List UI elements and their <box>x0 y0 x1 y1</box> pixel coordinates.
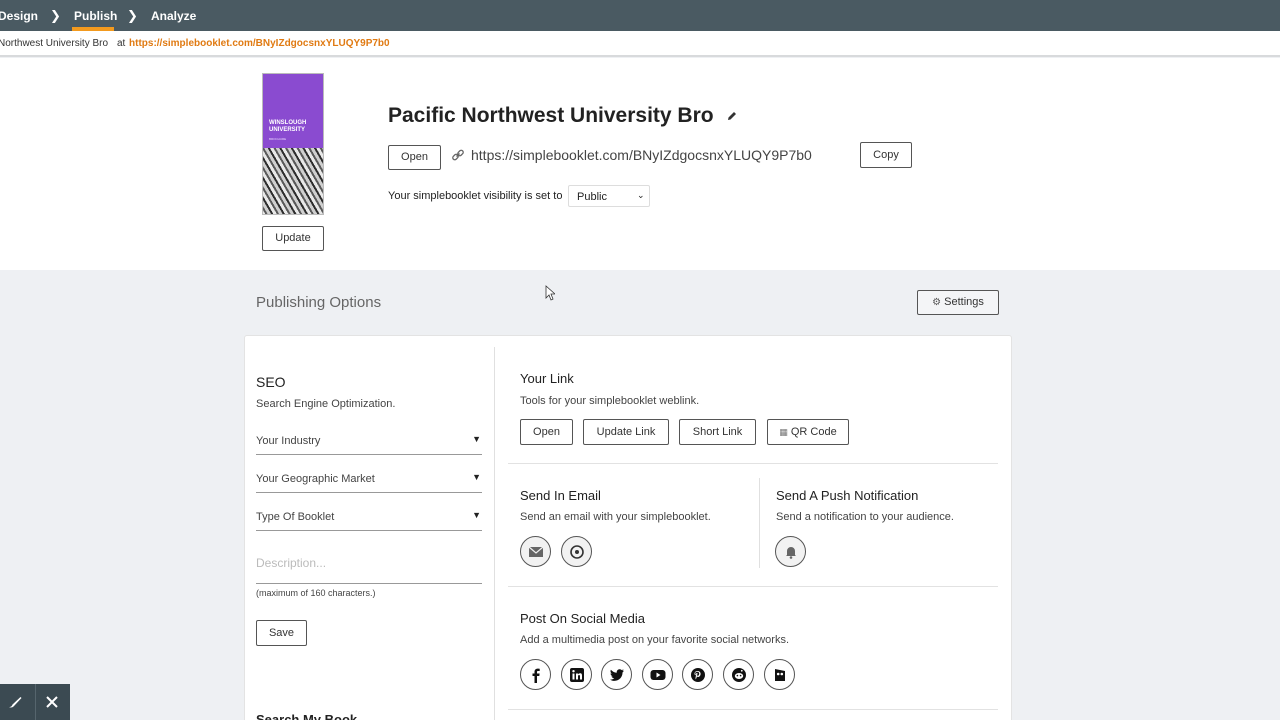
separator <box>35 684 36 720</box>
top-navigation: Design ❯ Publish ❯ Analyze <box>0 0 1280 31</box>
pinterest-icon[interactable] <box>682 659 713 690</box>
booklet-url[interactable]: https://simplebooklet.com/BNyIZdgocsnxYL… <box>471 147 812 163</box>
description-placeholder: Description... <box>256 556 327 570</box>
your-link-subheading: Tools for your simplebooklet weblink. <box>520 395 700 407</box>
cover-title: WINSLOUGH UNIVERSITY <box>269 120 307 133</box>
caret-down-icon: ▼ <box>472 434 481 444</box>
max-characters-hint: (maximum of 160 characters.) <box>256 588 376 598</box>
chevron-right-icon: ❯ <box>50 8 61 23</box>
booklet-type-label: Type Of Booklet <box>256 511 335 523</box>
chevron-down-icon: ⌄ <box>637 190 645 200</box>
facebook-icon[interactable] <box>520 659 551 690</box>
divider <box>508 586 998 587</box>
short-link-button[interactable]: Short Link <box>679 419 756 445</box>
bell-icon[interactable] <box>775 536 806 567</box>
industry-label: Your Industry <box>256 435 321 447</box>
push-notification-subheading: Send a notification to your audience. <box>776 511 954 523</box>
at-label: at <box>117 38 126 49</box>
save-button[interactable]: Save <box>256 620 307 646</box>
booklet-title: Pacific Northwest University Bro <box>388 104 714 127</box>
caret-down-icon: ▼ <box>472 510 481 520</box>
booklet-type-dropdown[interactable]: Type Of Booklet ▼ <box>256 507 482 531</box>
qr-code-label: QR Code <box>790 426 837 438</box>
divider <box>508 463 998 464</box>
social-media-subheading: Add a multimedia post on your favorite s… <box>520 634 790 646</box>
link-open-button[interactable]: Open <box>520 419 573 445</box>
market-label: Your Geographic Market <box>256 473 375 485</box>
qr-code-button[interactable]: ▦ QR Code <box>767 419 849 445</box>
nav-analyze[interactable]: Analyze <box>151 9 196 23</box>
booklet-link-bar: Northwest University Bro at https://simp… <box>0 31 1280 57</box>
qr-code-icon: ▦ <box>779 427 788 437</box>
cover-subtitle: BROCHURE <box>269 137 287 141</box>
industry-dropdown[interactable]: Your Industry ▼ <box>256 431 482 455</box>
publishing-options-title: Publishing Options <box>256 294 382 311</box>
mouse-cursor-icon <box>545 285 555 301</box>
seo-heading: SEO <box>256 374 286 390</box>
hootsuite-icon[interactable] <box>764 659 795 690</box>
gear-icon: ⚙ <box>932 297 942 308</box>
open-button[interactable]: Open <box>388 145 441 170</box>
booklet-url-link[interactable]: https://simplebooklet.com/BNyIZdgocsnxYL… <box>129 38 390 49</box>
link-icon <box>452 149 464 161</box>
brush-icon[interactable] <box>7 694 23 710</box>
bottom-toolbar-widget <box>0 684 70 720</box>
mailchimp-icon[interactable] <box>561 536 592 567</box>
cover-photo <box>263 148 323 214</box>
column-divider <box>759 478 760 568</box>
visibility-select[interactable]: Public ⌄ <box>568 185 650 207</box>
push-notification-heading: Send A Push Notification <box>776 488 919 503</box>
pencil-icon[interactable] <box>726 110 738 122</box>
linkedin-icon[interactable] <box>561 659 592 690</box>
chevron-right-icon: ❯ <box>127 8 138 23</box>
copy-button[interactable]: Copy <box>860 142 912 168</box>
close-icon[interactable] <box>44 694 60 710</box>
reddit-icon[interactable] <box>723 659 754 690</box>
send-email-heading: Send In Email <box>520 488 601 503</box>
settings-label: Settings <box>944 296 984 308</box>
geographic-market-dropdown[interactable]: Your Geographic Market ▼ <box>256 469 482 493</box>
caret-down-icon: ▼ <box>472 472 481 482</box>
social-media-heading: Post On Social Media <box>520 611 646 626</box>
booklet-cover-thumbnail[interactable]: WINSLOUGH UNIVERSITY BROCHURE <box>262 73 324 215</box>
update-button[interactable]: Update <box>262 226 324 251</box>
update-link-button[interactable]: Update Link <box>583 419 669 445</box>
seo-subheading: Search Engine Optimization. <box>256 398 396 410</box>
settings-button[interactable]: ⚙ Settings <box>917 290 999 315</box>
youtube-icon[interactable] <box>642 659 673 690</box>
twitter-icon[interactable] <box>601 659 632 690</box>
send-email-subheading: Send an email with your simplebooklet. <box>520 511 711 523</box>
divider <box>508 709 998 710</box>
your-link-heading: Your Link <box>520 371 574 386</box>
visibility-label: Your simplebooklet visibility is set to <box>388 190 563 202</box>
booklet-name: Northwest University Bro <box>0 38 109 49</box>
nav-publish[interactable]: Publish <box>74 9 117 23</box>
nav-design[interactable]: Design <box>0 9 38 23</box>
email-icon[interactable] <box>520 536 551 567</box>
description-input[interactable]: Description... <box>256 548 482 584</box>
booklet-header: WINSLOUGH UNIVERSITY BROCHURE Update Pac… <box>0 58 1280 270</box>
column-divider <box>494 347 495 720</box>
visibility-value: Public <box>577 191 607 203</box>
search-my-book-heading: Search My Book <box>256 712 358 720</box>
